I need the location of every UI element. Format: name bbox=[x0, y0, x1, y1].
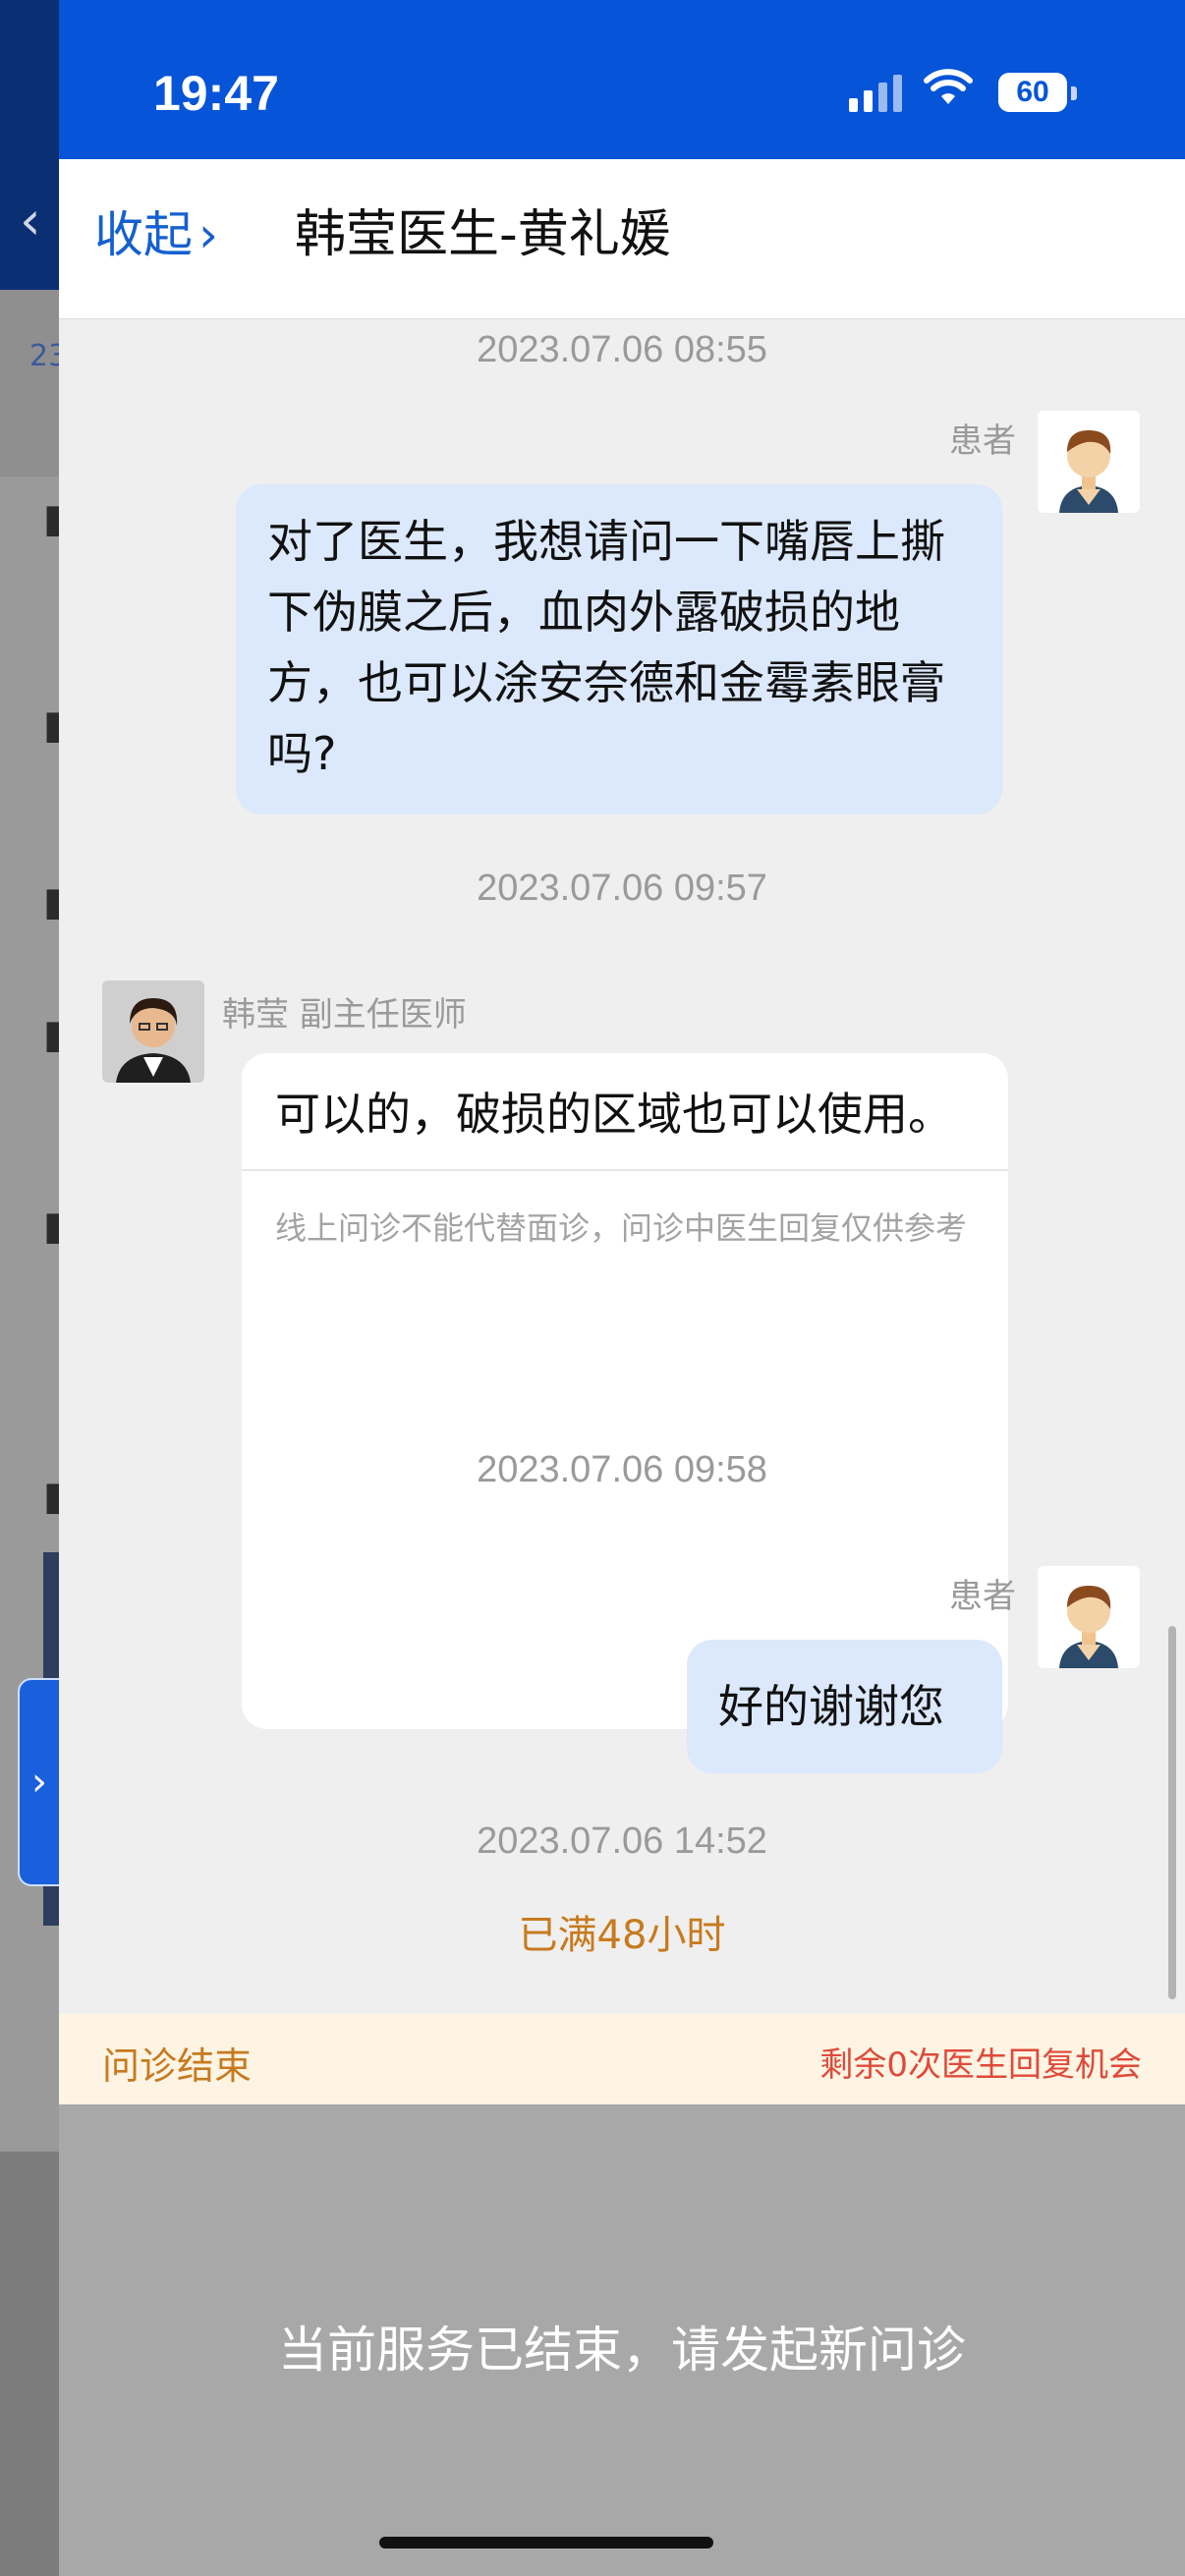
message-timestamp: 2023.07.06 08:55 bbox=[477, 329, 767, 370]
background-lower bbox=[0, 2152, 59, 2576]
collapse-label: 收起 bbox=[94, 206, 193, 263]
page-title: 韩莹医生-黄礼媛 bbox=[295, 205, 671, 264]
chevron-right-icon: › bbox=[31, 1760, 47, 1805]
patient-message-bubble[interactable]: 对了医生，我想请问一下嘴唇上撕下伪膜之后，血肉外露破损的地方，也可以涂安奈德和金… bbox=[236, 484, 1002, 814]
home-indicator[interactable] bbox=[379, 2537, 713, 2548]
remaining-replies-label: 剩余0次医生回复机会 bbox=[819, 2045, 1142, 2085]
message-timestamp: 2023.07.06 09:58 bbox=[477, 1449, 767, 1490]
patient-message-bubble[interactable]: 好的谢谢您 bbox=[687, 1640, 1002, 1773]
expired-notice: 已满48小时 bbox=[518, 1913, 726, 1958]
battery-tip bbox=[1071, 86, 1077, 100]
doctor-avatar[interactable] bbox=[102, 980, 204, 1083]
collapse-button[interactable]: 收起 › bbox=[94, 200, 218, 269]
doctor-message-text: 可以的，破损的区域也可以使用。 bbox=[275, 1088, 953, 1141]
chat-area[interactable]: 2023.07.06 08:55 患者 对了医生，我想请问一下嘴唇上撕下伪膜之后… bbox=[59, 319, 1185, 2014]
battery-icon: 60 bbox=[998, 73, 1067, 112]
service-ended-message[interactable]: 当前服务已结束，请发起新问诊 bbox=[59, 2311, 1185, 2381]
doctor-message-bubble[interactable]: 可以的，破损的区域也可以使用。 线上问诊不能代替面诊，问诊中医生回复仅供参考 bbox=[242, 1053, 1008, 1729]
expand-panel-handle[interactable]: › bbox=[18, 1678, 61, 1886]
cellular-signal-icon bbox=[849, 75, 902, 112]
status-bar: 19:47 60 bbox=[59, 0, 1185, 159]
message-timestamp: 2023.07.06 14:52 bbox=[477, 1820, 767, 1862]
patient-role-label: 患者 bbox=[949, 1577, 1016, 1616]
background-subheader bbox=[0, 290, 59, 476]
message-timestamp: 2023.07.06 09:57 bbox=[477, 868, 767, 909]
patient-avatar[interactable] bbox=[1038, 411, 1140, 513]
wifi-icon bbox=[924, 69, 973, 116]
patient-avatar[interactable] bbox=[1038, 1566, 1140, 1668]
patient-role-label: 患者 bbox=[949, 421, 1016, 461]
scrollbar[interactable] bbox=[1168, 1626, 1176, 1999]
consult-status-bar: 问诊结束 剩余0次医生回复机会 bbox=[59, 2014, 1185, 2104]
consult-ended-label: 问诊结束 bbox=[102, 2044, 253, 2088]
disclaimer-text: 线上问诊不能代替面诊，问诊中医生回复仅供参考 bbox=[275, 1209, 968, 1247]
nav-bar: 收起 › 韩莹医生-黄礼媛 bbox=[59, 159, 1185, 319]
status-time: 19:47 bbox=[153, 66, 279, 121]
doctor-role-label: 韩莹 副主任医师 bbox=[222, 995, 467, 1035]
background-back-icon: ‹ bbox=[20, 190, 41, 252]
chat-sheet: 19:47 60 收起 › 韩莹医生-黄礼媛 2023.07.06 08:55 患… bbox=[59, 0, 1185, 2576]
footer-panel: 当前服务已结束，请发起新问诊 bbox=[59, 2104, 1185, 2576]
chevron-right-icon: › bbox=[198, 206, 218, 263]
